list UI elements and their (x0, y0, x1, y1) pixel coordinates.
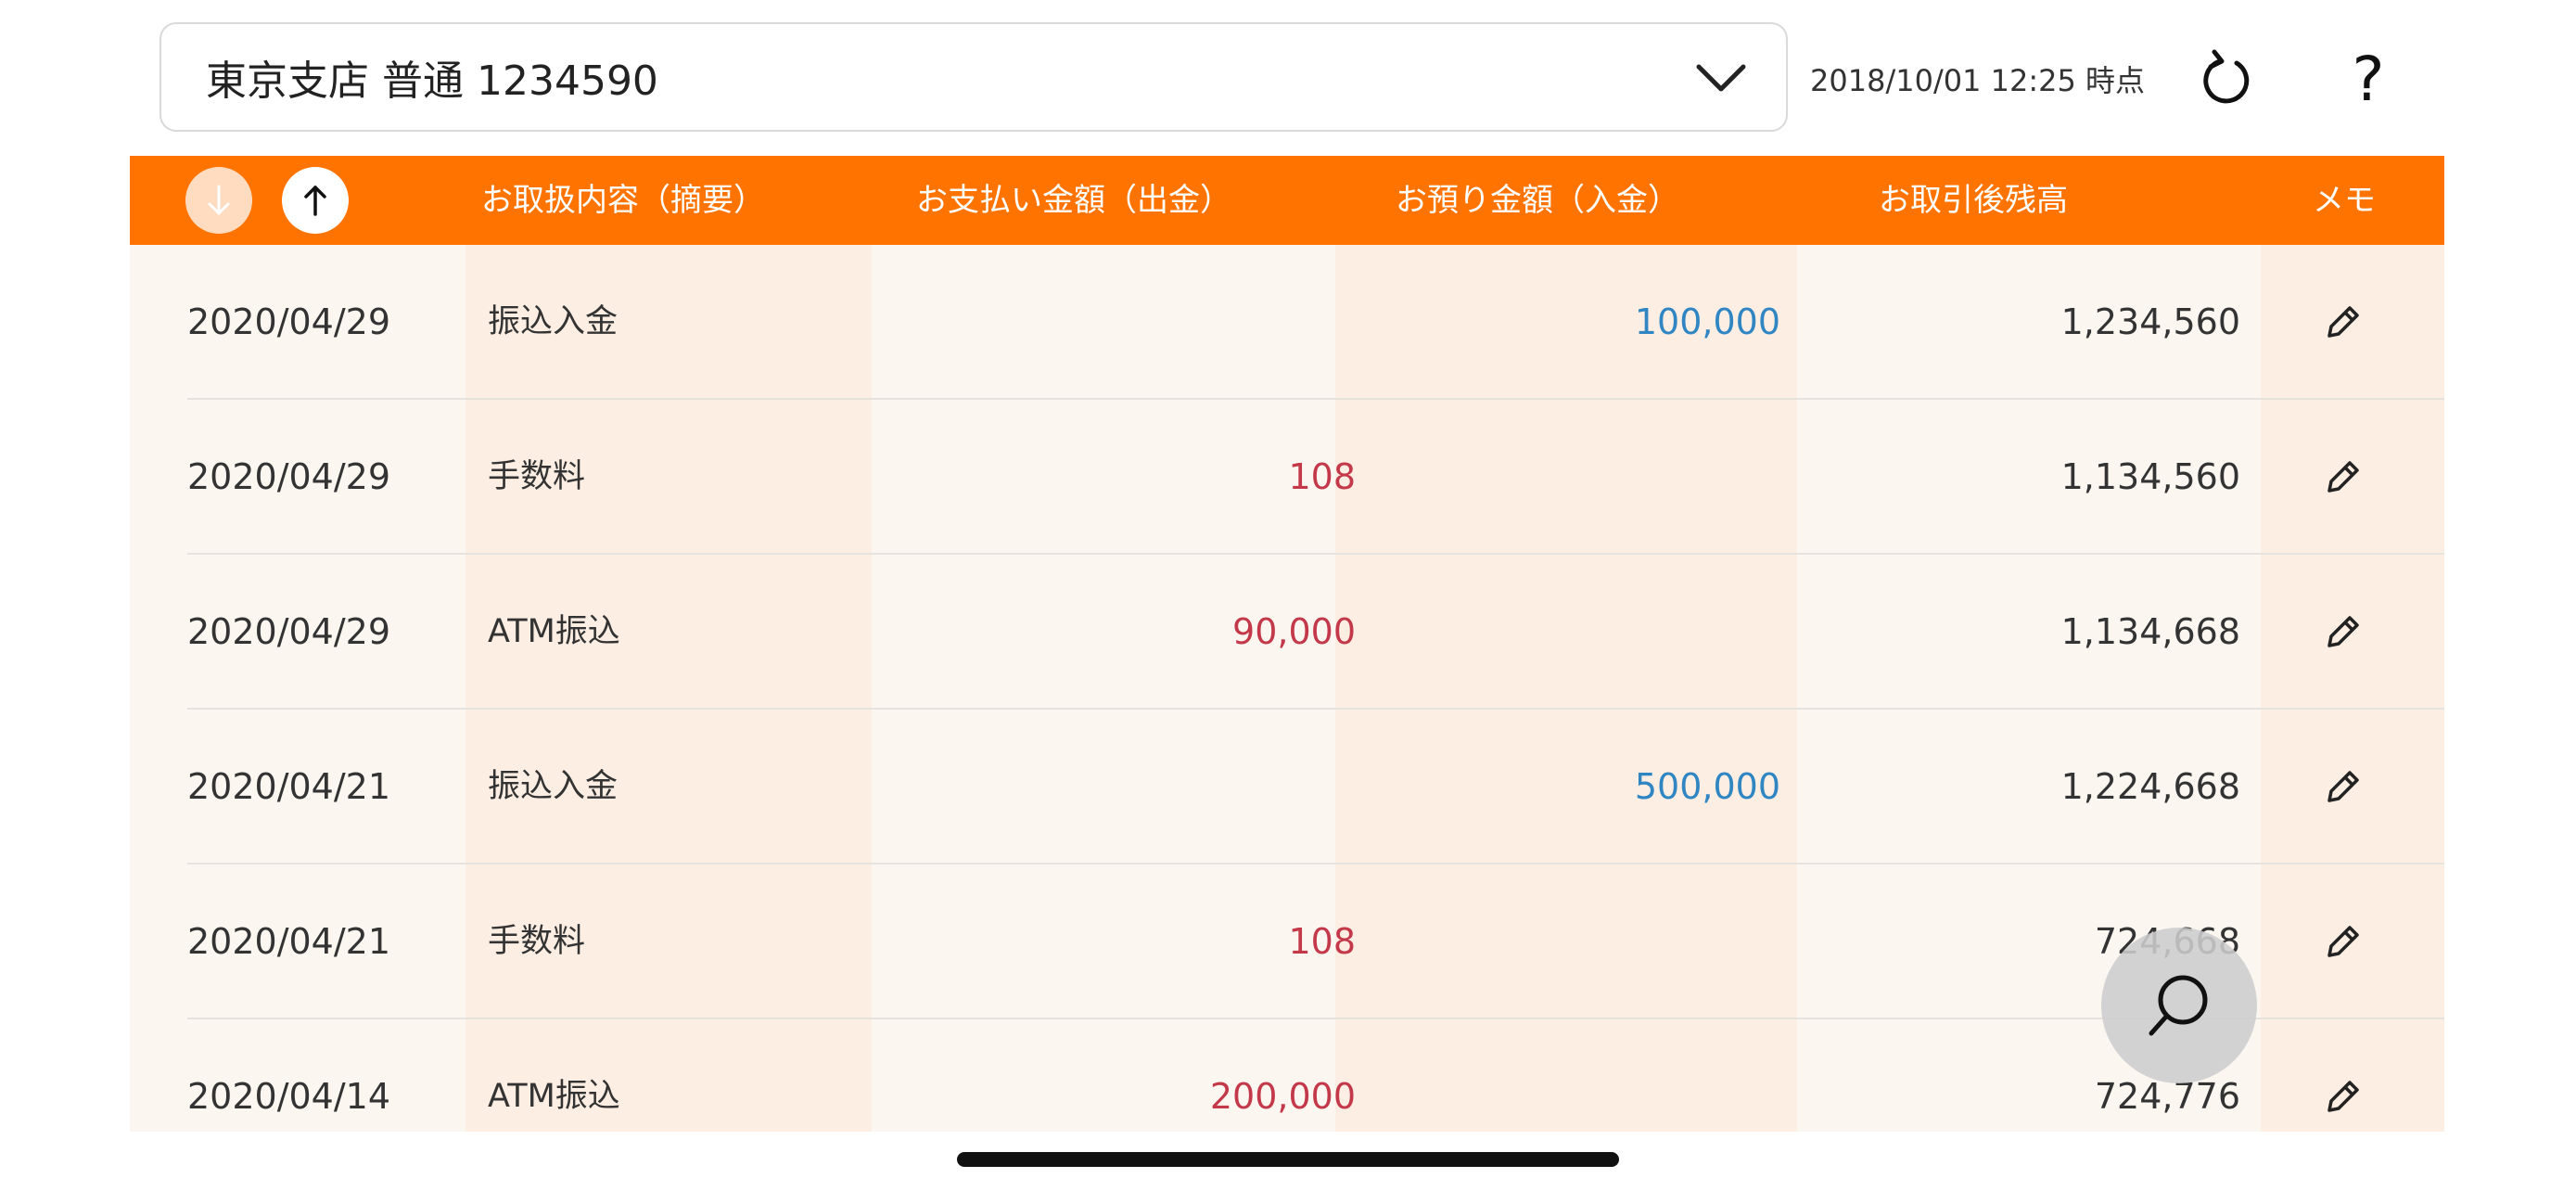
sort-desc-button[interactable] (185, 167, 252, 234)
table-body: 2020/04/29 振込入金 100,000 1,234,560 2020/04/29… (130, 245, 2444, 1132)
sort-asc-button[interactable] (282, 167, 349, 234)
arrow-up-icon (304, 186, 326, 216)
row-description: 手数料 (488, 458, 586, 495)
row-balance: 1,234,560 (2060, 301, 2240, 342)
refresh-icon[interactable] (2200, 48, 2255, 108)
row-withdrawal: 108 (1288, 921, 1356, 962)
table-row: 2020/04/29 手数料 108 1,134,560 (130, 400, 2444, 555)
header-balance: お取引後残高 (1879, 182, 2068, 219)
table-header: お取扱内容（摘要） お支払い金額（出金） お預り金額（入金） お取引後残高 メモ (130, 156, 2444, 245)
row-date: 2020/04/29 (187, 301, 391, 342)
row-date: 2020/04/21 (187, 766, 391, 807)
row-deposit: 500,000 (1634, 766, 1780, 807)
row-description: 手数料 (488, 923, 586, 960)
row-description: 振込入金 (488, 303, 618, 340)
account-selector[interactable]: 東京支店 普通 1234590 (159, 22, 1788, 132)
pencil-icon[interactable] (2318, 454, 2365, 500)
row-balance: 1,134,560 (2060, 456, 2240, 497)
row-withdrawal: 108 (1288, 456, 1356, 497)
table-row: 2020/04/21手数料108724,668 (130, 864, 2444, 1019)
search-icon (2149, 975, 2208, 1036)
pencil-icon[interactable] (2318, 299, 2365, 345)
row-description: 振込入金 (488, 768, 618, 805)
pencil-icon[interactable] (2318, 763, 2365, 810)
row-date: 2020/04/14 (187, 1076, 391, 1117)
table-row: 2020/04/29 ATM振込 90,000 1,134,668 (130, 555, 2444, 710)
row-withdrawal: 90,000 (1232, 611, 1356, 652)
table-row: 2020/04/21 振込入金 500,000 1,224,668 (130, 710, 2444, 864)
row-date: 2020/04/29 (187, 611, 391, 652)
header-deposit: お預り金額（入金） (1396, 182, 1679, 219)
help-button[interactable]: ? (2340, 33, 2396, 126)
header-withdrawal: お支払い金額（出金） (916, 182, 1231, 219)
as-of-timestamp: 2018/10/01 12:25 時点 (1810, 63, 2146, 98)
chevron-down-icon (1696, 64, 1746, 92)
pencil-icon[interactable] (2318, 608, 2365, 655)
header-description: お取扱内容（摘要） (481, 182, 765, 219)
row-date: 2020/04/21 (187, 921, 391, 962)
search-button[interactable] (2101, 928, 2257, 1083)
table-row: 2020/04/14 ATM振込 200,000 724,776 (130, 1019, 2444, 1132)
pencil-icon[interactable] (2318, 918, 2365, 965)
row-deposit: 100,000 (1634, 301, 1780, 342)
arrow-down-icon (208, 185, 230, 215)
account-selector-value: 東京支店 普通 1234590 (206, 58, 658, 105)
header-memo: メモ (2313, 182, 2376, 219)
row-date: 2020/04/29 (187, 456, 391, 497)
pencil-icon[interactable] (2318, 1073, 2365, 1120)
row-description: ATM振込 (488, 613, 620, 650)
row-withdrawal: 200,000 (1209, 1076, 1356, 1117)
transactions-table: お取扱内容（摘要） お支払い金額（出金） お預り金額（入金） お取引後残高 メモ… (130, 156, 2444, 1132)
home-indicator (957, 1152, 1619, 1167)
table-row: 2020/04/29 振込入金 100,000 1,234,560 (130, 245, 2444, 400)
row-description: ATM振込 (488, 1078, 620, 1115)
row-balance: 1,224,668 (2060, 766, 2240, 807)
row-balance: 1,134,668 (2060, 611, 2240, 652)
